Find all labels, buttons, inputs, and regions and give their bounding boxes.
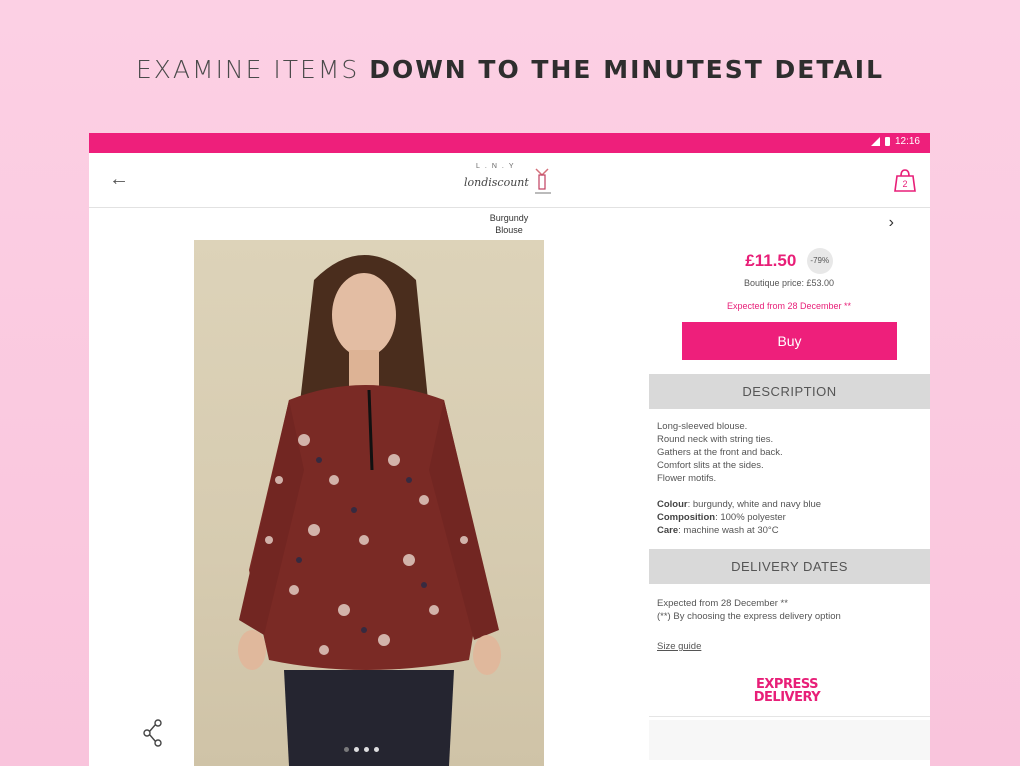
pager-dot[interactable] [354,747,359,752]
brand-logo: L.N.Y londiscount [464,163,556,197]
description-line: Comfort slits at the sides. [657,460,764,471]
next-product-button[interactable]: › [889,214,894,232]
cart-count: 2 [902,179,907,189]
logo-top-text: L.N.Y [476,163,519,170]
status-time: 12:16 [894,136,920,147]
promo-headline: EXAMINE ITEMS DOWN TO THE MINUTEST DETAI… [0,55,1020,84]
device-screen: 12:16 ← L.N.Y londiscount 2 Burgundy Blo… [89,133,930,766]
description-line: Gathers at the front and back. [657,447,783,458]
logo-script-text: londiscount [464,176,529,189]
product-title-bar: Burgundy Blouse › [89,208,930,241]
signal-icon [870,137,880,146]
expected-date: Expected from 28 December ** [726,301,852,311]
description-line: Flower motifs. [657,473,717,484]
description-text: Long-sleeved blouse. Round neck with str… [657,420,922,537]
battery-icon [884,137,890,146]
product-image[interactable] [194,240,544,766]
product-title: Burgundy Blouse [489,213,529,235]
express-delivery-logo: EXPRESS DELIVERY [753,677,821,705]
cart-button[interactable]: 2 [892,167,918,193]
colour-row: Colour: burgundy, white and navy blue [657,499,822,510]
price-row: £11.50 -79% [649,248,929,274]
headline-bold: DOWN TO THE MINUTEST DETAIL [369,55,885,84]
divider [649,716,930,717]
discount-badge: -79% [806,248,833,274]
share-button[interactable] [142,718,164,753]
logo-emblem-icon [535,168,551,194]
delivery-header[interactable]: DELIVERY DATES [649,549,930,584]
arrow-left-icon: ← [109,168,129,190]
back-button[interactable]: ← [107,167,131,191]
size-guide-link[interactable]: Size guide [657,641,701,652]
app-bar: ← L.N.Y londiscount 2 [89,153,930,208]
description-line: Long-sleeved blouse. [657,421,748,432]
model-photo [238,255,501,766]
pager-dot[interactable] [364,747,369,752]
status-bar: 12:16 [89,133,930,153]
image-pager [344,747,379,752]
product-price: £11.50 [745,251,797,270]
pager-dot[interactable] [374,747,379,752]
description-line: Round neck with string ties. [657,434,774,445]
panel-footer [649,720,930,760]
description-header[interactable]: DESCRIPTION [649,374,930,409]
composition-row: Composition: 100% polyester [657,512,786,523]
care-row: Care: machine wash at 30°C [657,525,779,536]
share-icon [143,719,162,747]
boutique-price: Boutique price: £53.00 [743,278,835,288]
buy-button[interactable]: Buy [682,322,897,360]
shopping-bag-icon: 2 [894,169,916,192]
headline-light: EXAMINE ITEMS [135,55,370,84]
chevron-right-icon: › [888,214,894,231]
pager-dot[interactable] [344,747,349,752]
delivery-text: Expected from 28 December ** (**) By cho… [657,598,841,622]
